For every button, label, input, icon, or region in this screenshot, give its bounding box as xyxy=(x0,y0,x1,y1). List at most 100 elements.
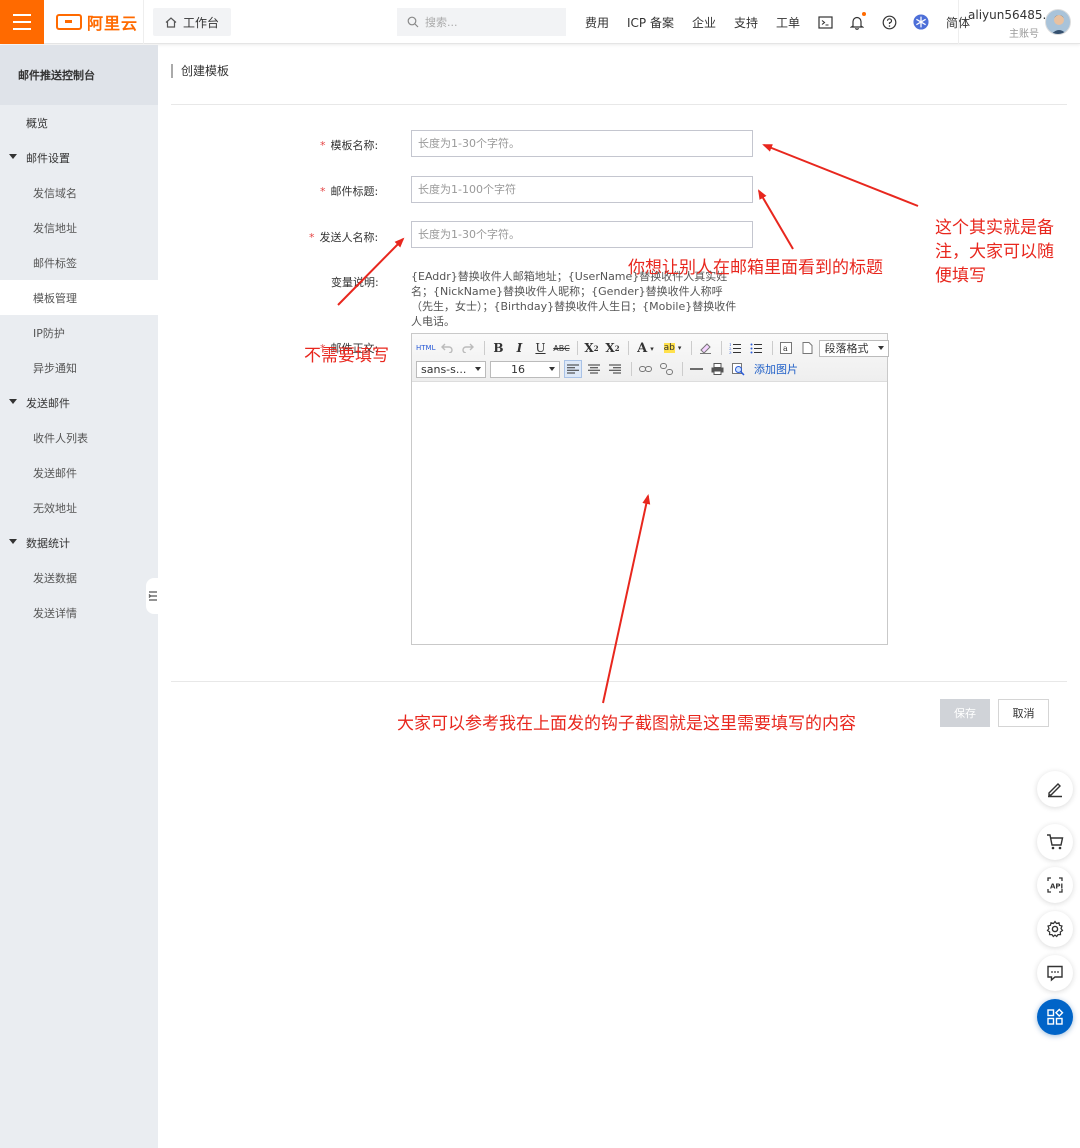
menu-icon[interactable] xyxy=(0,0,44,44)
template-name-input[interactable] xyxy=(411,130,753,157)
nav-link-enterprise[interactable]: 企业 xyxy=(692,14,716,31)
nav-link-icp[interactable]: ICP 备案 xyxy=(627,14,674,31)
aliyun-logo-mark xyxy=(56,14,82,30)
align-right-icon[interactable] xyxy=(606,360,624,378)
nav-link-support[interactable]: 支持 xyxy=(734,14,758,31)
link-icon[interactable] xyxy=(636,360,654,378)
horizontal-rule-icon[interactable] xyxy=(687,360,705,378)
home-icon xyxy=(165,16,177,28)
nav-link-fee[interactable]: 费用 xyxy=(585,14,609,31)
sidebar-item-invalid-address[interactable]: 无效地址 xyxy=(0,490,158,525)
sidebar-item-send-mail[interactable]: 发送邮件 xyxy=(0,455,158,490)
sidebar-item-label: 发信域名 xyxy=(33,186,77,200)
sidebar-item-send-data[interactable]: 发送数据 xyxy=(0,560,158,595)
redo-icon[interactable] xyxy=(459,339,477,357)
top-nav-links: 费用 ICP 备案 企业 支持 工单 简体 xyxy=(576,0,979,44)
api-icon: API xyxy=(1047,877,1063,893)
editor-content-area[interactable] xyxy=(412,382,887,644)
sidebar-item-label: 发送详情 xyxy=(33,606,77,620)
bell-icon[interactable] xyxy=(849,12,867,30)
add-image-link[interactable]: 添加图片 xyxy=(754,361,798,377)
preview-icon[interactable] xyxy=(729,360,747,378)
align-center-icon[interactable] xyxy=(585,360,603,378)
apps-button[interactable] xyxy=(1037,999,1073,1035)
sender-name-input[interactable] xyxy=(411,221,753,248)
editor-toolbar: HTML B I U ABC X2 X2 A ▾ ab ▾ 123 a 段落格式 s… xyxy=(412,334,890,382)
eraser-icon[interactable] xyxy=(696,339,714,357)
sidebar-title: 邮件推送控制台 xyxy=(0,45,158,105)
ordered-list-icon[interactable]: 123 xyxy=(726,339,744,357)
workbench-button[interactable]: 工作台 xyxy=(153,8,232,36)
search-placeholder: 搜索... xyxy=(425,16,458,29)
highlight-icon[interactable]: ab ▾ xyxy=(660,339,684,357)
bold-icon[interactable]: B xyxy=(489,339,507,357)
help-icon[interactable] xyxy=(881,14,897,30)
annotation-remark-line-3: 便填写 xyxy=(935,266,986,286)
strikethrough-icon[interactable]: ABC xyxy=(552,339,570,357)
save-button[interactable]: 保存 xyxy=(940,699,990,727)
message-button[interactable] xyxy=(1037,955,1073,991)
sidebar-item-ip-protection[interactable]: IP防护 xyxy=(0,315,158,350)
undo-icon[interactable] xyxy=(438,339,456,357)
search-input[interactable]: 搜索... xyxy=(397,8,566,36)
unlink-icon[interactable] xyxy=(657,360,675,378)
aliyun-logo[interactable]: 阿里云 xyxy=(56,11,138,33)
sidebar-item-label: 邮件标签 xyxy=(33,256,77,270)
italic-icon[interactable]: I xyxy=(510,339,528,357)
caret-down-icon xyxy=(9,539,17,544)
sender-name-label: * 发送人名称: xyxy=(309,231,379,244)
font-color-icon[interactable]: A ▾ xyxy=(633,339,657,357)
sidebar-item-label: 发送数据 xyxy=(33,571,77,585)
sidebar-item-sender-address[interactable]: 发信地址 xyxy=(0,210,158,245)
sidebar-item-label: 异步通知 xyxy=(33,361,77,375)
sidebar-item-recipient-list[interactable]: 收件人列表 xyxy=(0,420,158,455)
font-size-select[interactable]: 16 xyxy=(490,360,560,378)
sidebar-item-mail-tags[interactable]: 邮件标签 xyxy=(0,245,158,280)
annotation-arrow xyxy=(762,144,919,207)
divider xyxy=(143,0,144,44)
html-source-button[interactable]: HTML xyxy=(416,339,435,357)
snowflake-icon[interactable] xyxy=(913,14,929,30)
sidebar-group-statistics[interactable]: 数据统计 xyxy=(0,525,158,560)
sidebar-item-sender-domain[interactable]: 发信域名 xyxy=(0,175,158,210)
required-mark: * xyxy=(309,231,315,244)
svg-text:a: a xyxy=(783,344,788,353)
sidebar-group-send-mail[interactable]: 发送邮件 xyxy=(0,385,158,420)
settings-button[interactable] xyxy=(1037,911,1073,947)
cart-button[interactable] xyxy=(1037,824,1073,860)
divider xyxy=(721,341,723,355)
terminal-icon[interactable] xyxy=(817,14,833,30)
font-family-select[interactable]: sans-s... xyxy=(416,360,486,378)
divider xyxy=(631,362,632,376)
sidebar-item-async-notify[interactable]: 异步通知 xyxy=(0,350,158,385)
sidebar-item-send-details[interactable]: 发送详情 xyxy=(0,595,158,630)
cancel-button[interactable]: 取消 xyxy=(998,699,1049,727)
superscript-icon[interactable]: X2 xyxy=(582,339,600,357)
svg-text:3: 3 xyxy=(729,350,732,354)
unordered-list-icon[interactable] xyxy=(747,339,765,357)
underline-icon[interactable]: U xyxy=(531,339,549,357)
sidebar-item-overview[interactable]: 概览 xyxy=(0,105,158,140)
sidebar-item-label: 发信地址 xyxy=(33,221,77,235)
chevron-down-icon xyxy=(549,367,555,371)
sidebar-collapse-handle[interactable] xyxy=(146,578,160,614)
document-icon[interactable] xyxy=(798,339,816,357)
required-mark: * xyxy=(320,139,326,152)
paragraph-format-select[interactable]: 段落格式 xyxy=(819,339,890,357)
avatar[interactable] xyxy=(1045,9,1071,35)
required-mark: * xyxy=(320,185,326,198)
subscript-icon[interactable]: X2 xyxy=(603,339,621,357)
chevron-down-icon xyxy=(878,346,885,350)
search-icon xyxy=(407,16,419,28)
align-left-icon[interactable] xyxy=(564,360,582,378)
api-button[interactable]: API xyxy=(1037,867,1073,903)
sidebar-group-mail-settings[interactable]: 邮件设置 xyxy=(0,140,158,175)
cart-icon xyxy=(1047,834,1064,850)
nav-link-ticket[interactable]: 工单 xyxy=(776,14,800,31)
sidebar-item-template-management[interactable]: 模板管理 xyxy=(0,280,158,315)
feedback-edit-button[interactable] xyxy=(1037,771,1073,807)
svg-text:API: API xyxy=(1050,883,1063,891)
anchor-icon[interactable]: a xyxy=(777,339,795,357)
print-icon[interactable] xyxy=(708,360,726,378)
subject-input[interactable] xyxy=(411,176,753,203)
